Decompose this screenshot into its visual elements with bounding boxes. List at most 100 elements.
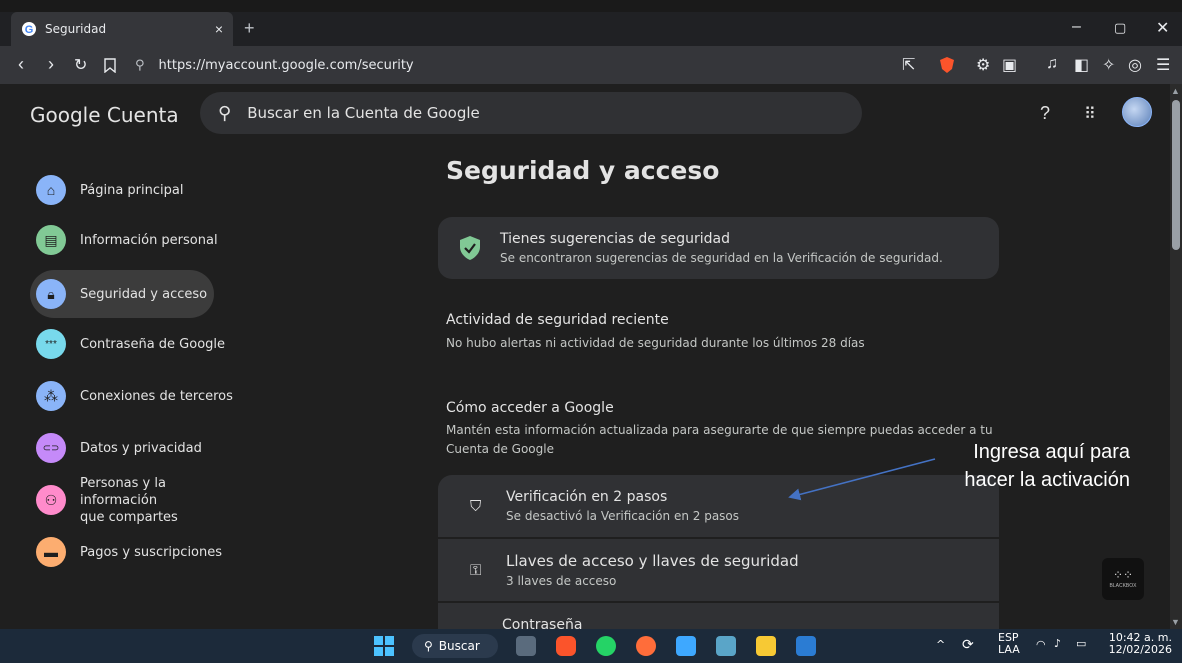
row-subtitle: 3 llaves de acceso [506,574,617,588]
access-title: Cómo acceder a Google [446,400,614,416]
taskbar-search[interactable]: ⚲ Buscar [412,634,498,658]
extensions-icon[interactable]: ⚙ [976,55,990,75]
recent-activity-text: No hubo alertas ni actividad de segurida… [446,336,865,350]
back-icon[interactable]: ‹ [18,54,24,75]
sidebar-item-página[interactable]: ⌂ Página principal [30,166,183,214]
sidebar-item-label: Contraseña de Google [80,336,226,352]
app-orange-icon[interactable] [636,636,656,656]
sidebar-item-pagos[interactable]: ▬ Pagos y suscripciones [30,528,222,576]
sidebar-item-label: Seguridad y acceso [80,286,208,302]
windows-start-icon[interactable] [374,636,394,656]
sidebar-item-label: Información personal [80,232,218,248]
wifi-icon[interactable]: ◠ [1036,638,1046,651]
windows-taskbar: ⚲ Buscar ^ ⟳ ESP LAA ◠ ♪ ▭ 10:42 a. m. 1… [0,629,1182,663]
sidebar-item-información[interactable]: ▤ Información personal [30,216,218,264]
recent-activity-title: Actividad de seguridad reciente [446,312,669,328]
page-scrollbar[interactable]: ▲ ▼ [1170,84,1182,629]
tab-seguridad[interactable]: G Seguridad × [11,12,233,46]
file-explorer-icon[interactable] [756,636,776,656]
close-icon[interactable]: ✕ [1156,18,1169,38]
sidebar-item-datos[interactable]: ⊂⊃ Datos y privacidad [30,424,202,472]
scroll-up-icon[interactable]: ▲ [1171,86,1180,96]
brave-app-icon[interactable] [556,636,576,656]
sidebar-toggle-icon[interactable]: ◧ [1074,55,1089,75]
suggestion-title: Tienes sugerencias de seguridad [500,231,730,247]
address-bar: ‹ › ↻ ⚲ https://myaccount.google.com/sec… [0,46,1182,84]
annotation-text: Ingresa aquí para hacer la activación [925,438,1130,494]
menu-icon[interactable]: ☰ [1156,55,1170,75]
reload-icon[interactable]: ↻ [74,55,87,75]
bookmark-icon[interactable] [104,58,116,73]
lock-icon: 🔒︎ [36,279,66,309]
sidebar-item-conexiones[interactable]: ⁂ Conexiones de terceros [30,372,233,420]
annotation-line2: hacer la activación [964,469,1130,491]
wallet-icon: ▬ [36,537,66,567]
brave-shield-icon[interactable] [938,56,956,74]
forward-icon[interactable]: › [48,54,54,75]
blackbox-logo-icon: ⁘⁘ [1112,568,1134,582]
lang-layout: LAA [998,643,1020,656]
google-favicon-icon: G [22,22,36,36]
page-title: Seguridad y acceso [446,156,720,185]
app-blue-cube-icon[interactable] [676,636,696,656]
connections-icon: ⁂ [36,381,66,411]
tab-close-icon[interactable]: × [215,21,223,37]
restore-icon[interactable]: ▢ [1114,20,1126,36]
vpn-icon[interactable]: ◎ [1128,55,1142,75]
security-suggestions-card[interactable]: Tienes sugerencias de seguridad Se encon… [438,217,999,279]
row-title: Llaves de acceso y llaves de seguridad [506,552,799,570]
wallet-toolbar-icon[interactable]: ▣ [1002,55,1017,75]
sidebar-item-label: Pagos y suscripciones [80,544,223,560]
tray-sync-icon[interactable]: ⟳ [962,637,974,653]
blackbox-widget[interactable]: ⁘⁘ BLACKBOX [1102,558,1144,600]
scrollbar-thumb[interactable] [1172,100,1180,250]
svg-text:G: G [25,24,34,36]
people-icon: ⚇ [36,485,66,515]
search-bar[interactable]: ⚲ [200,92,862,134]
search-icon: ⚲ [424,639,433,653]
site-settings-icon[interactable]: ⚲ [135,57,145,73]
sidebar-item-personas[interactable]: ⚇ Personas y la información que compartes [30,475,180,525]
passkeys-row[interactable]: ⚿ Llaves de acceso y llaves de seguridad… [438,539,999,601]
row-title: Verificación en 2 pasos [506,489,668,505]
home-icon: ⌂ [36,175,66,205]
word-app-icon[interactable] [796,636,816,656]
help-icon[interactable]: ? [1040,103,1050,124]
sidebar-item-seguridad[interactable]: 🔒︎ Seguridad y acceso [30,270,214,318]
task-view-icon[interactable] [516,636,536,656]
scroll-down-icon[interactable]: ▼ [1171,617,1180,627]
sidebar-item-label: Datos y privacidad [80,440,202,456]
access-text-line2: Cuenta de Google [446,442,554,456]
page-content: Google Cuenta ⚲ ? ⠿ ⌂ Página principal ▤ In… [0,84,1170,643]
volume-icon[interactable]: ♪ [1054,637,1061,650]
new-tab-button[interactable]: + [244,18,255,39]
battery-icon[interactable]: ▭ [1076,637,1086,650]
whatsapp-app-icon[interactable] [596,636,616,656]
sidebar-item-label: Personas y la información que compartes [80,475,178,525]
google-account-logo[interactable]: Google Cuenta [30,103,179,127]
tray-expand-icon[interactable]: ^ [936,638,945,651]
url-field[interactable]: ⚲ https://myaccount.google.com/security [135,53,895,77]
minimize-icon[interactable]: – [1072,18,1081,36]
search-icon: ⚲ [218,102,232,123]
app-db-icon[interactable] [716,636,736,656]
password-dots-icon: *** [36,329,66,359]
sidebar-item-contraseña[interactable]: *** Contraseña de Google [30,320,225,368]
tab-title: Seguridad [45,22,107,36]
clock[interactable]: 10:42 a. m. 12/02/2026 [1108,632,1172,656]
taskbar-search-label: Buscar [438,639,480,653]
language-indicator[interactable]: ESP LAA [998,632,1020,656]
access-text-line1: Mantén esta información actualizada para… [446,423,993,437]
shield-check-icon [460,236,480,260]
suggestion-subtitle: Se encontraron sugerencias de seguridad … [500,251,943,265]
person-key-icon: ⚿ [470,561,482,579]
apps-grid-icon[interactable]: ⠿ [1084,104,1096,124]
avatar[interactable] [1122,97,1152,127]
music-icon[interactable]: ♫ [1046,55,1058,73]
share-icon[interactable]: ⇱ [902,55,915,75]
leo-ai-icon[interactable]: ✧ [1102,55,1115,75]
annotation-line1: Ingresa aquí para [973,441,1130,463]
tab-bar: G Seguridad × + – ▢ ✕ [0,12,1182,46]
search-input[interactable] [247,104,808,122]
titlebar-strip [0,0,1182,12]
